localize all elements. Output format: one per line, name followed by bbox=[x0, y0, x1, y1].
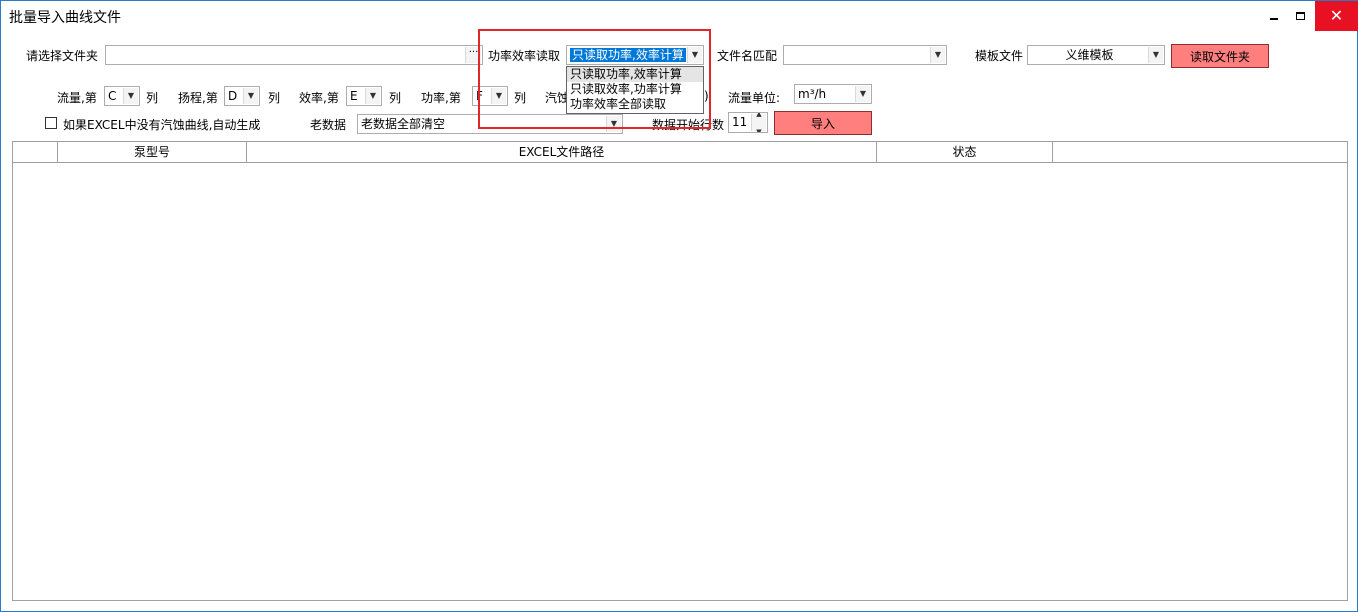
flow-col-suffix: 列 bbox=[146, 91, 159, 105]
maximize-icon bbox=[1295, 12, 1305, 20]
template-label: 模板文件 bbox=[975, 49, 1024, 63]
chevron-down-icon[interactable]: ▼ bbox=[123, 88, 138, 104]
close-icon: ✕ bbox=[1329, 6, 1344, 25]
head-column-value: D bbox=[228, 89, 238, 103]
head-label: 扬程,第 bbox=[178, 91, 218, 105]
import-button[interactable]: 导入 bbox=[774, 111, 872, 135]
dropdown-option[interactable]: 只读取功率,效率计算 bbox=[567, 67, 703, 82]
chevron-down-icon[interactable]: ▼ bbox=[930, 47, 945, 63]
flow-column-value: C bbox=[108, 89, 117, 103]
flow-unit-select[interactable]: m³/h ▼ bbox=[794, 84, 872, 104]
folder-path-input[interactable]: ··· bbox=[105, 45, 483, 65]
close-button[interactable]: ✕ bbox=[1315, 1, 1358, 31]
start-row-value: 11 bbox=[732, 115, 748, 129]
power-label: 功率,第 bbox=[421, 91, 461, 105]
window-title: 批量导入曲线文件 bbox=[9, 10, 121, 26]
chevron-down-icon[interactable]: ▼ bbox=[855, 86, 870, 102]
flow-unit-value: m³/h bbox=[798, 87, 827, 101]
auto-generate-checkbox[interactable] bbox=[45, 117, 57, 129]
maximize-button[interactable] bbox=[1285, 1, 1315, 31]
chevron-down-icon[interactable]: ▼ bbox=[365, 88, 380, 104]
spinner-arrows-icon[interactable]: ▲ ▼ bbox=[751, 113, 766, 132]
eff-col-suffix: 列 bbox=[389, 91, 402, 105]
column-header-index[interactable] bbox=[13, 142, 58, 162]
power-eff-dropdown-list: 只读取功率,效率计算 只读取效率,功率计算 功率效率全部读取 bbox=[566, 66, 704, 114]
old-data-value: 老数据全部清空 bbox=[361, 117, 446, 131]
minimize-icon bbox=[1270, 18, 1278, 20]
auto-generate-label: 如果EXCEL中没有汽蚀曲线,自动生成 bbox=[63, 118, 261, 132]
chevron-down-icon[interactable]: ▼ bbox=[1148, 47, 1163, 63]
filename-match-select[interactable]: ▼ bbox=[783, 45, 947, 65]
column-header-pump-model[interactable]: 泵型号 bbox=[58, 142, 247, 162]
eff-label: 效率,第 bbox=[299, 91, 339, 105]
dropdown-option[interactable]: 功率效率全部读取 bbox=[567, 97, 703, 112]
template-select[interactable]: 义维模板 ▼ bbox=[1027, 45, 1165, 65]
start-row-spinner[interactable]: 11 ▲ ▼ bbox=[728, 112, 768, 133]
template-value: 义维模板 bbox=[1065, 48, 1114, 62]
head-col-suffix: 列 bbox=[268, 91, 281, 105]
flow-label: 流量,第 bbox=[57, 91, 97, 105]
dropdown-option[interactable]: 只读取效率,功率计算 bbox=[567, 82, 703, 97]
folder-label: 请选择文件夹 bbox=[26, 49, 99, 63]
flow-unit-label: 流量单位: bbox=[728, 91, 781, 105]
column-header-excel-path[interactable]: EXCEL文件路径 bbox=[247, 142, 877, 162]
flow-column-select[interactable]: C ▼ bbox=[104, 86, 140, 106]
column-header-status[interactable]: 状态 bbox=[877, 142, 1053, 162]
head-column-select[interactable]: D ▼ bbox=[224, 86, 260, 106]
eff-column-select[interactable]: E ▼ bbox=[346, 86, 382, 106]
old-data-label: 老数据 bbox=[310, 118, 347, 132]
table-header: 泵型号 EXCEL文件路径 状态 bbox=[13, 142, 1347, 163]
chevron-down-icon[interactable]: ▼ bbox=[243, 88, 258, 104]
file-table[interactable]: 泵型号 EXCEL文件路径 状态 bbox=[12, 141, 1348, 601]
title-bar: 批量导入曲线文件 ✕ bbox=[1, 1, 1358, 31]
column-header-filler bbox=[1053, 142, 1347, 162]
import-curve-window: 批量导入曲线文件 ✕ 请选择文件夹 ··· 功率效率读取 只读取功率,效率计算 … bbox=[0, 0, 1358, 612]
eff-column-value: E bbox=[350, 89, 358, 103]
filename-match-label: 文件名匹配 bbox=[717, 49, 778, 63]
read-folder-button[interactable]: 读取文件夹 bbox=[1171, 44, 1269, 68]
